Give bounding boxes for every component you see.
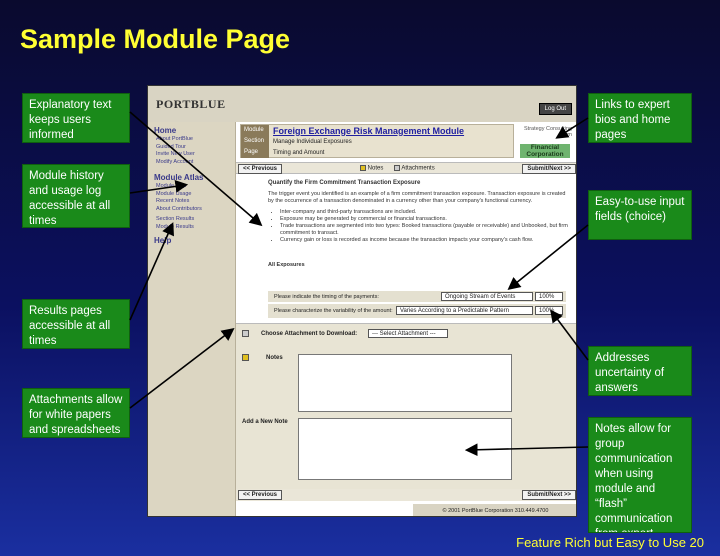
callout-arrows: [129, 111, 589, 457]
arrow: [555, 117, 589, 139]
arrow: [129, 328, 235, 409]
arrow: [507, 224, 589, 291]
slide-footer: Feature Rich but Easy to Use 20: [516, 535, 704, 550]
arrow: [464, 443, 589, 457]
arrow: [129, 111, 263, 227]
arrow: [550, 309, 589, 361]
arrow: [129, 222, 174, 321]
arrow: [129, 180, 189, 194]
